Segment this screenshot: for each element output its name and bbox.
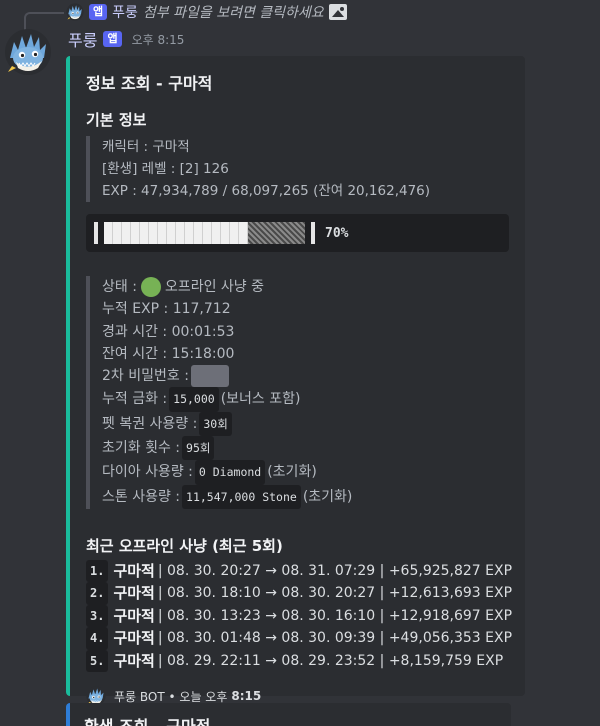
recent-hunts-heading: 최근 오프라인 사냥 (최근 5회) [86,536,283,555]
hunt-detail: | 08. 29. 22:11 → 08. 29. 23:52 | +8,159… [157,652,504,669]
bot-avatar-icon [66,3,84,21]
recent-hunts-list: 1. 구마적 | 08. 30. 20:27 → 08. 31. 07:29 |… [86,559,513,673]
state-line: 상태 : 오프라인 사냥 중 [102,276,509,298]
character-line: 캐릭터 : 구마적 [102,139,190,155]
hunt-detail: | 08. 30. 20:27 → 08. 31. 07:29 | +65,92… [157,562,513,579]
progress-left-edge [94,222,98,244]
basic-info-quote: 캐릭터 : 구마적 [환생] 레벨 : [2] 126 EXP : 47,934… [86,136,509,202]
password-label: 2차 비밀번호 : [102,368,189,385]
progress-right-edge [311,222,315,244]
online-status-icon [140,277,161,298]
state-value: 오프라인 사냥 중 [164,279,264,295]
image-icon[interactable] [328,4,347,20]
diamond-label: 다이아 사용량 : [102,464,193,481]
gold-suffix: (보너스 포함) [220,391,301,408]
diamond-value: 0 Diamond [194,460,266,485]
message-timestamp: 오후 8:15 [131,32,185,47]
diamond-line: 다이아 사용량 : 0 Diamond (초기화) [102,460,509,485]
pet-line: 펫 복권 사용량 : 30회 [102,411,509,437]
reply-username[interactable]: 푸룽 [112,2,138,22]
gold-line: 누적 금화 : 15,000 (보너스 포함) [102,387,509,412]
cum-exp-line: 누적 EXP : 117,712 [102,301,231,318]
hunt-detail: | 08. 30. 01:48 → 08. 30. 09:39 | +49,05… [157,630,513,647]
list-number: 4. [86,627,109,650]
status-quote: 상태 : 오프라인 사냥 중 누적 EXP : 117,712 경과 시간 : … [86,276,509,509]
hunt-character: 구마적 [113,606,155,625]
embed2-title: 환생 조회 - 구마적 [84,713,497,726]
diamond-suffix: (초기화) [267,464,317,481]
rebirth-embed: 환생 조회 - 구마적 [66,703,511,726]
basic-info-heading: 기본 정보 [86,111,147,129]
stone-suffix: (초기화) [302,488,353,505]
progress-percent: 70% [325,225,349,241]
hunt-detail: | 08. 30. 13:23 → 08. 30. 16:10 | +12,91… [157,607,513,624]
progress-fill [104,222,248,244]
list-number: 1. [86,559,109,583]
exp-progress-bar: 70% [86,214,509,252]
reply-preview[interactable]: 앱 푸룽 첨부 파일을 보려면 클릭하세요 [66,1,347,23]
level-line: [환생] 레벨 : [2] 126 [102,161,229,177]
list-item: 3. 구마적 | 08. 30. 13:23 → 08. 30. 16:10 |… [86,604,513,628]
embed-title: 정보 조회 - 구마적 [86,74,213,93]
hunt-character: 구마적 [113,561,155,580]
state-label: 상태 : [102,279,137,295]
info-embed: 정보 조회 - 구마적 기본 정보 캐릭터 : 구마적 [환생] 레벨 : [2… [66,56,525,707]
reset-value: 95회 [182,436,215,461]
list-number: 2. [86,582,109,605]
stone-value: 11,547,000 Stone [182,484,301,509]
list-item: 5. 구마적 | 08. 29. 22:11 → 08. 29. 23:52 |… [86,649,509,673]
stone-line: 스톤 사용량 : 11,547,000 Stone (초기화) [102,484,509,509]
message-username[interactable]: 푸룽 [68,27,97,51]
list-item: 1. 구마적 | 08. 30. 20:27 → 08. 31. 07:29 |… [86,559,513,583]
list-number: 3. [86,604,109,628]
gold-label: 누적 금화 : [102,391,168,408]
hunt-character: 구마적 [113,629,155,648]
footer-time: 8:15 [231,689,262,704]
reset-line: 초기화 횟수 : 95회 [102,436,509,461]
hunt-character: 구마적 [113,584,155,603]
exp-line: EXP : 47,934,789 / 68,097,265 (잔여 20,162… [102,183,431,199]
pet-value: 30회 [199,411,232,437]
stone-label: 스톤 사용량 : [102,488,181,505]
message-header: 푸룽 앱 오후 8:15 [68,28,184,50]
list-number: 5. [86,649,109,673]
list-item: 4. 구마적 | 08. 30. 01:48 → 08. 30. 09:39 |… [86,627,513,650]
gold-value: 15,000 [169,387,219,412]
password-line: 2차 비밀번호 : [102,365,509,388]
reply-text[interactable]: 첨부 파일을 보려면 클릭하세요 [143,2,324,22]
password-spoiler[interactable] [190,365,229,388]
bot-avatar[interactable] [4,28,52,76]
progress-empty [248,222,305,244]
app-badge: 앱 [89,4,108,20]
app-badge: 앱 [103,31,122,47]
hunt-detail: | 08. 30. 18:10 → 08. 30. 20:27 | +12,61… [157,585,513,602]
reset-label: 초기화 횟수 : [102,440,181,457]
elapsed-line: 경과 시간 : 00:01:53 [102,323,235,340]
hunt-character: 구마적 [113,651,155,670]
remaining-line: 잔여 시간 : 15:18:00 [102,345,235,362]
pet-label: 펫 복권 사용량 : [102,415,198,432]
list-item: 2. 구마적 | 08. 30. 18:10 → 08. 30. 20:27 |… [86,582,513,605]
